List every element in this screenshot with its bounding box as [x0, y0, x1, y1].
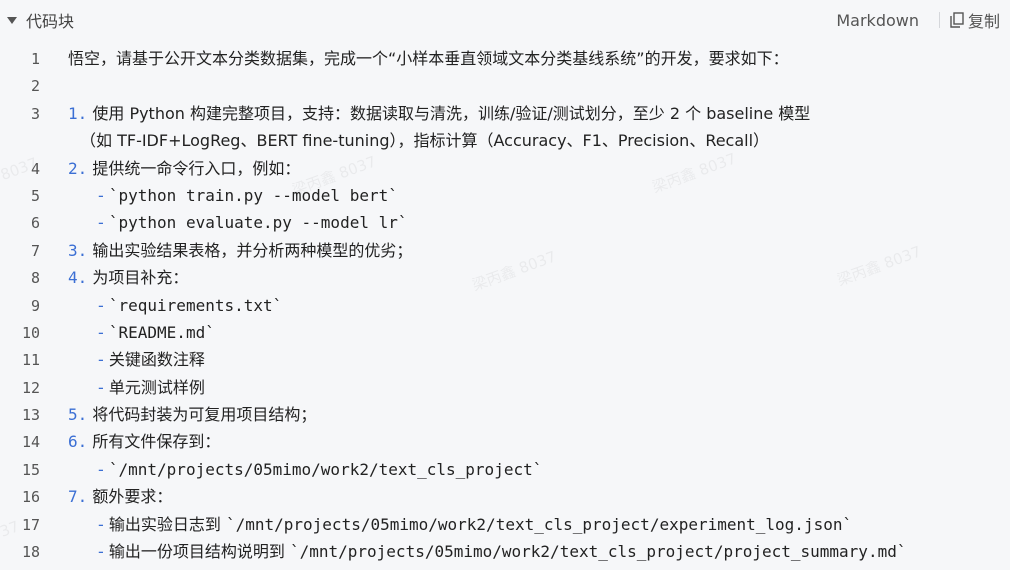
divider: [938, 12, 940, 28]
line-number: 18: [21, 543, 40, 562]
line-text: 额外要求：: [87, 487, 173, 507]
line-number: 6: [30, 214, 40, 233]
code-content: 1 悟空，请基于公开文本分类数据集，完成一个“小样本垂直领域文本分类基线系统”的开…: [0, 45, 1010, 565]
line-text: 关键函数注释: [103, 350, 205, 370]
code-line: （如 TF-IDF+LogReg、BERT fine-tuning），指标计算（…: [0, 127, 1010, 154]
line-content: - `python evaluate.py --model lr`: [98, 212, 408, 234]
list-number: 4.: [68, 268, 88, 288]
list-number: 1.: [68, 103, 88, 123]
code-line: 17 - 输出实验日志到 `/mnt/projects/05mimo/work2/…: [0, 511, 1010, 538]
code-line: 2: [0, 72, 1010, 99]
line-text: 输出实验结果表格，并分析两种模型的优劣；: [87, 240, 413, 260]
line-text: `python train.py --model bert`: [108, 185, 398, 205]
copy-button[interactable]: 复制: [950, 8, 1000, 32]
line-number: 15: [21, 460, 40, 479]
line-content: 2. 提供统一命令行入口，例如：: [68, 158, 300, 180]
line-number: 16: [21, 488, 40, 507]
line-text: 单元测试样例: [103, 377, 205, 397]
code-line: 4 2. 提供统一命令行入口，例如：: [0, 155, 1010, 182]
line-text: 提供统一命令行入口，例如：: [87, 158, 301, 178]
list-number: 3.: [68, 240, 88, 260]
line-content: - `python train.py --model bert`: [98, 185, 398, 207]
line-text: 将代码封装为可复用项目结构；: [87, 405, 317, 425]
copy-label: 复制: [967, 12, 1000, 31]
list-number: 7.: [68, 487, 88, 507]
line-number: 12: [21, 378, 40, 397]
code-line: 3 1. 使用 Python 构建完整项目，支持：数据读取与清洗，训练/验证/测试…: [0, 100, 1010, 127]
line-number: 10: [21, 323, 40, 342]
line-text: `/mnt/projects/05mimo/work2/text_cls_pro…: [108, 459, 543, 479]
code-line: 6 - `python evaluate.py --model lr`: [0, 209, 1010, 236]
code-line: 12 - 单元测试样例: [0, 374, 1010, 401]
code-line: 7 3. 输出实验结果表格，并分析两种模型的优劣；: [0, 237, 1010, 264]
list-number: 5.: [68, 405, 88, 425]
line-number: 9: [30, 296, 40, 315]
line-text: `python evaluate.py --model lr`: [108, 213, 408, 233]
line-number: 17: [21, 515, 40, 534]
code-line: 9 - `requirements.txt`: [0, 292, 1010, 319]
line-content: - 单元测试样例: [98, 377, 205, 399]
line-number: 8: [30, 269, 40, 288]
line-content: - 关键函数注释: [98, 349, 205, 371]
line-number: 4: [30, 159, 40, 178]
code-line: 14 6. 所有文件保存到：: [0, 428, 1010, 455]
code-block-header: 代码块 Markdown 复制: [0, 0, 1010, 40]
line-content: - `requirements.txt`: [98, 295, 282, 317]
code-block-title: 代码块: [26, 12, 75, 31]
line-text: 所有文件保存到：: [87, 432, 221, 452]
collapse-toggle[interactable]: 代码块: [7, 8, 74, 32]
line-text: `README.md`: [108, 322, 215, 342]
line-number: 1: [30, 50, 40, 68]
line-number: 5: [30, 186, 40, 205]
line-number: 2: [30, 77, 40, 96]
line-content: （如 TF-IDF+LogReg、BERT fine-tuning），指标计算（…: [80, 130, 769, 152]
line-content: 悟空，请基于公开文本分类数据集，完成一个“小样本垂直领域文本分类基线系统”的开发…: [68, 48, 789, 70]
list-number: 6.: [68, 432, 88, 452]
header-actions: Markdown 复制: [836, 0, 1000, 40]
line-content: 7. 额外要求：: [68, 486, 172, 508]
line-content: 3. 输出实验结果表格，并分析两种模型的优劣；: [68, 240, 412, 262]
code-line: 16 7. 额外要求：: [0, 483, 1010, 510]
line-text: （如 TF-IDF+LogReg、BERT fine-tuning），指标计算（…: [80, 131, 770, 151]
code-line: 8 4. 为项目补充：: [0, 264, 1010, 291]
line-content: 4. 为项目补充：: [68, 267, 188, 289]
line-number: 11: [21, 351, 40, 370]
line-content: - `README.md`: [98, 322, 215, 344]
line-content: - 输出一份项目结构说明到 `/mnt/projects/05mimo/work…: [98, 541, 906, 563]
line-content: - `/mnt/projects/05mimo/work2/text_cls_p…: [98, 459, 542, 481]
line-content: 1. 使用 Python 构建完整项目，支持：数据读取与清洗，训练/验证/测试划…: [68, 103, 810, 125]
line-content: 5. 将代码封装为可复用项目结构；: [68, 404, 316, 426]
code-line: 13 5. 将代码封装为可复用项目结构；: [0, 401, 1010, 428]
line-text: 为项目补充：: [87, 268, 189, 288]
code-line: 1 悟空，请基于公开文本分类数据集，完成一个“小样本垂直领域文本分类基线系统”的开…: [0, 45, 1010, 72]
code-line: 11 - 关键函数注释: [0, 346, 1010, 373]
code-line: 18 - 输出一份项目结构说明到 `/mnt/projects/05mimo/wo…: [0, 538, 1010, 565]
code-line: 15 - `/mnt/projects/05mimo/work2/text_cls…: [0, 456, 1010, 483]
line-text: 输出实验日志到 `/mnt/projects/05mimo/work2/text…: [103, 514, 853, 534]
code-line: 5 - `python train.py --model bert`: [0, 182, 1010, 209]
line-content: - 输出实验日志到 `/mnt/projects/05mimo/work2/te…: [98, 514, 852, 536]
list-number: 2.: [68, 158, 88, 178]
line-text: 输出一份项目结构说明到 `/mnt/projects/05mimo/work2/…: [103, 542, 907, 562]
line-number: 14: [21, 433, 40, 452]
line-text: 使用 Python 构建完整项目，支持：数据读取与清洗，训练/验证/测试划分，至…: [87, 103, 811, 123]
language-label: Markdown: [836, 10, 919, 30]
line-number: 13: [21, 406, 40, 425]
line-text: `requirements.txt`: [108, 295, 283, 315]
code-line: 10 - `README.md`: [0, 319, 1010, 346]
line-content: 6. 所有文件保存到：: [68, 431, 220, 453]
line-number: 3: [30, 104, 40, 123]
line-number: 7: [30, 241, 40, 260]
copy-icon: [950, 12, 964, 28]
line-text: 悟空，请基于公开文本分类数据集，完成一个“小样本垂直领域文本分类基线系统”的开发…: [68, 49, 789, 68]
caret-down-icon[interactable]: [7, 17, 17, 24]
